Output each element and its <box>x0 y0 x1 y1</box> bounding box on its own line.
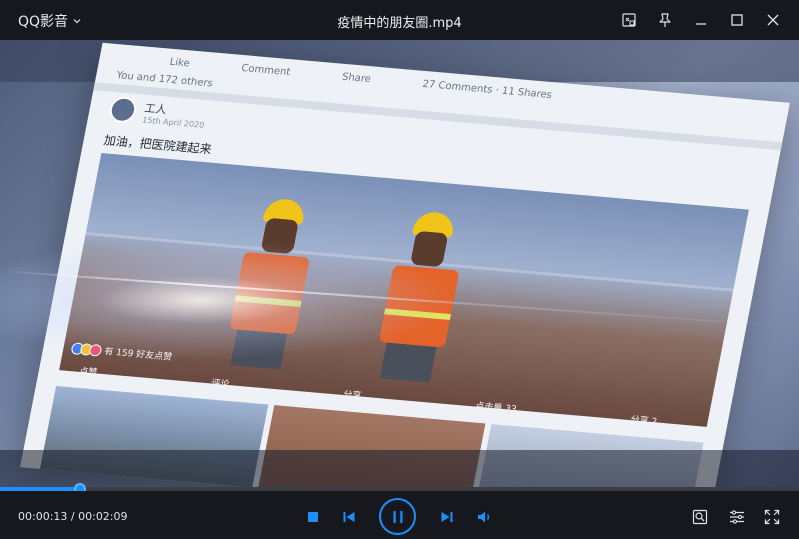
previous-icon <box>343 512 355 522</box>
previous-button[interactable] <box>340 508 358 526</box>
video-band-bottom <box>0 450 799 490</box>
close-button[interactable] <box>761 8 785 32</box>
time-display: 00:00:13 / 00:02:09 <box>18 510 128 523</box>
maximize-icon <box>731 14 743 26</box>
total-time: 00:02:09 <box>78 510 128 523</box>
next-button[interactable] <box>438 508 456 526</box>
settings-sliders-icon <box>730 510 744 524</box>
screenshot-icon <box>692 509 708 525</box>
minimize-button[interactable] <box>689 8 713 32</box>
app-brand-label: QQ影音 <box>18 14 69 30</box>
feed-action-comment: 评论 <box>210 378 231 390</box>
title-bar: QQ影音 疫情中的朋友圈.mp4 <box>0 0 799 40</box>
screenshot-button[interactable] <box>690 507 710 527</box>
stop-icon <box>308 512 318 522</box>
feed-action-views: 点击量 33 <box>474 401 518 416</box>
feed-like-label: Like <box>168 56 191 69</box>
feed-counts-label: 27 Comments · 11 Shares <box>421 78 553 101</box>
window-controls <box>617 8 785 32</box>
settings-button[interactable] <box>727 507 747 527</box>
pin-button[interactable] <box>653 8 677 32</box>
avatar <box>107 95 139 124</box>
lens-glow <box>0 240 460 360</box>
volume-button[interactable] <box>476 508 494 526</box>
video-canvas[interactable]: Like Comment Share 27 Comments · 11 Shar… <box>0 40 799 490</box>
feed-action-share: 分享 <box>342 390 363 402</box>
pin-icon <box>659 13 671 27</box>
feed-share-label: Share <box>341 71 372 85</box>
control-bar: 00:00:13 / 00:02:09 <box>0 491 799 539</box>
next-icon <box>441 512 453 522</box>
pause-icon <box>393 510 402 523</box>
mini-mode-icon <box>622 13 636 27</box>
feed-action-like: 点赞 <box>78 366 99 379</box>
volume-icon <box>478 511 490 523</box>
mini-mode-button[interactable] <box>617 8 641 32</box>
fullscreen-icon <box>764 509 780 525</box>
app-menu-button[interactable]: QQ影音 <box>18 11 82 31</box>
minimize-icon <box>696 23 706 25</box>
play-pause-button[interactable] <box>379 498 416 535</box>
maximize-button[interactable] <box>725 8 749 32</box>
time-separator: / <box>67 510 79 523</box>
current-time: 00:00:13 <box>18 510 68 523</box>
feed-author: 工人 15th April 2020 <box>107 95 209 130</box>
feed-comment-label: Comment <box>240 62 292 78</box>
feed-action-shares: 分享 2 <box>629 415 658 428</box>
chevron-down-icon <box>73 19 81 24</box>
stop-button[interactable] <box>304 508 322 526</box>
close-icon <box>767 14 779 26</box>
fullscreen-button[interactable] <box>762 507 782 527</box>
